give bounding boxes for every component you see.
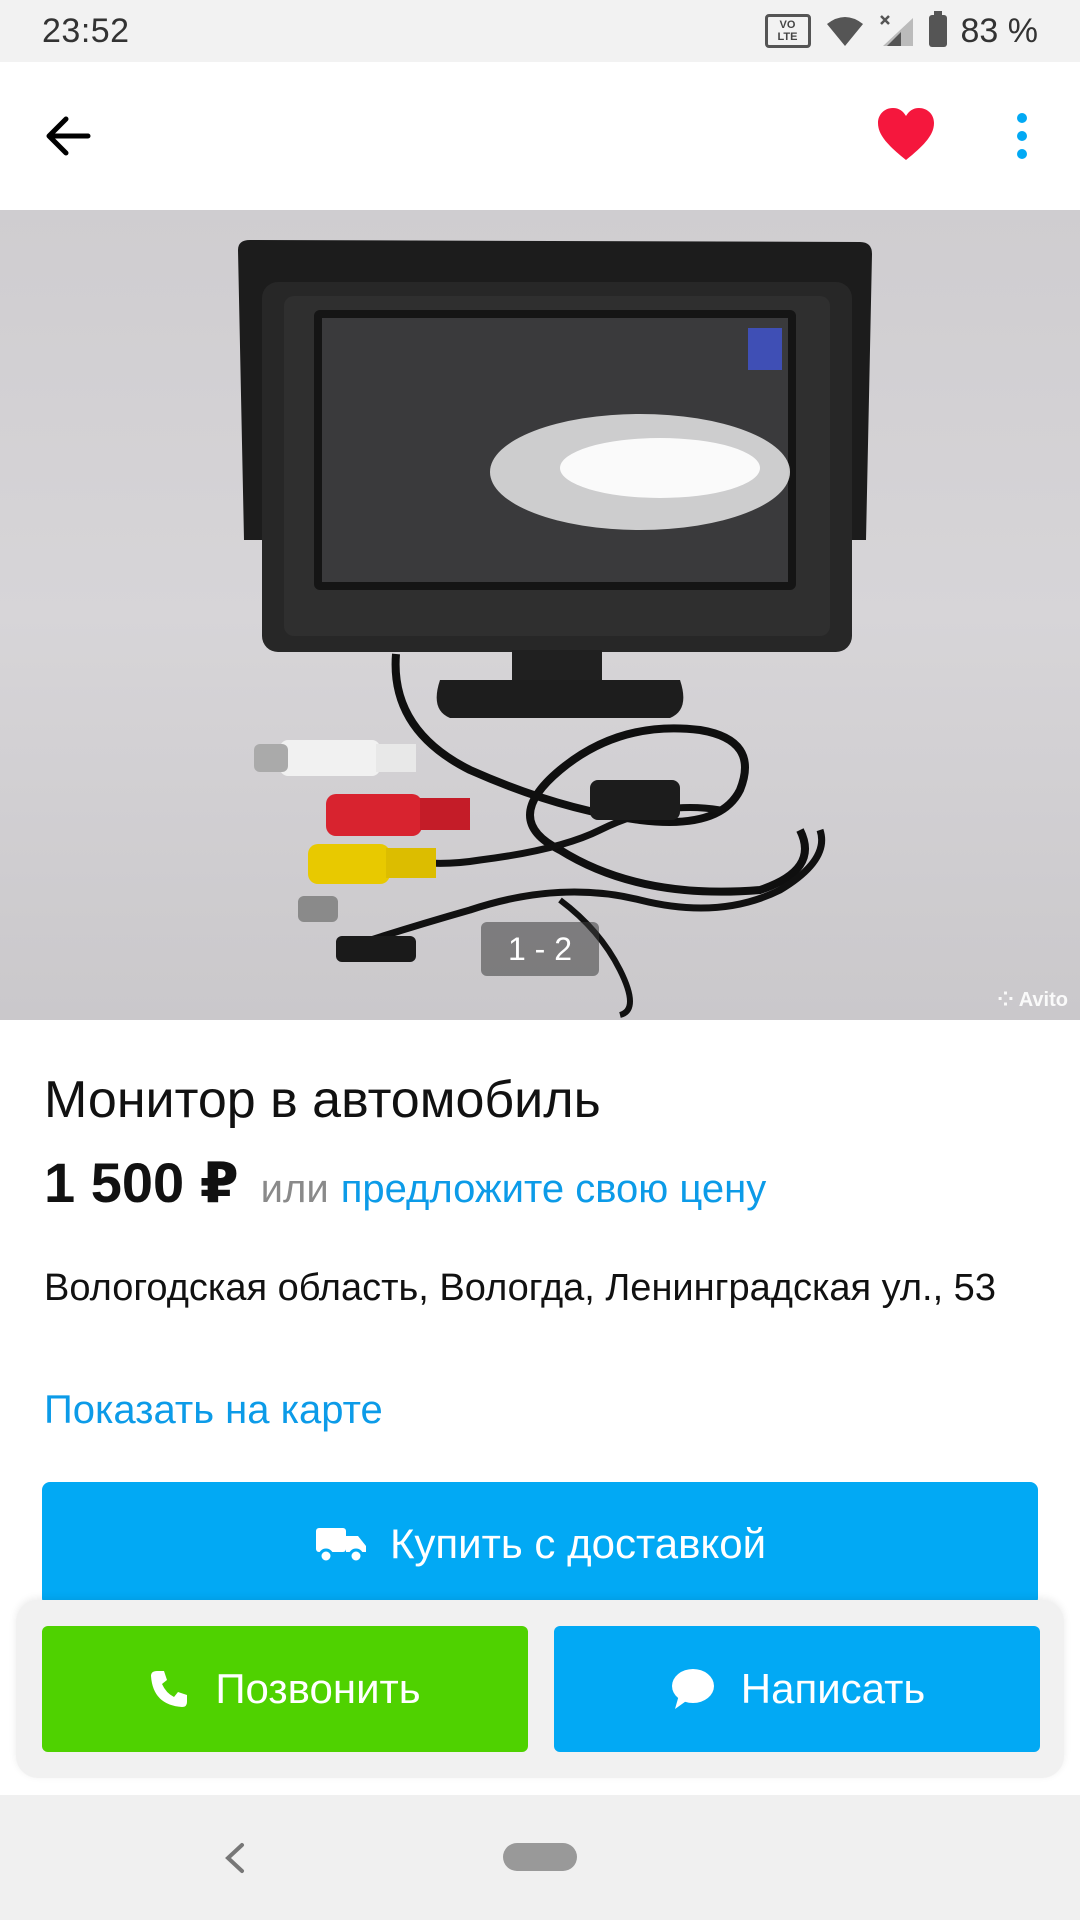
toolbar <box>0 62 1080 210</box>
call-label: Позвонить <box>215 1665 421 1712</box>
favorite-button[interactable] <box>876 106 946 166</box>
or-text: или <box>260 1167 329 1211</box>
buy-with-delivery-label: Купить с доставкой <box>389 1520 767 1567</box>
wifi-icon <box>826 17 863 46</box>
message-label: Написать <box>740 1665 926 1712</box>
chat-bubble-icon <box>671 1669 714 1709</box>
buy-with-delivery-button[interactable]: Купить с доставкой <box>42 1482 1038 1606</box>
price-row: 1 500 ₽ или предложите свою цену <box>44 1150 766 1216</box>
chevron-left-icon <box>225 1843 244 1873</box>
signal-icon <box>879 15 913 46</box>
avito-watermark: ⁘ Avito <box>997 989 1068 1011</box>
product-photo <box>238 240 872 1018</box>
nav-home-pill[interactable] <box>503 1843 577 1871</box>
arrow-left-icon <box>46 116 91 156</box>
photo-gallery[interactable]: 1 - 2 ⁘ Avito <box>0 210 1080 1020</box>
volte-icon: VO LTE <box>764 14 811 48</box>
back-button[interactable] <box>40 106 100 166</box>
status-time: 23:52 <box>42 11 130 50</box>
offer-price-link[interactable]: предложите свою цену <box>341 1167 767 1212</box>
status-bar: 23:52 VO LTE 83 % <box>0 0 1080 62</box>
system-nav-bar <box>0 1795 1080 1920</box>
address: Вологодская область, Вологда, Ленинградс… <box>44 1267 996 1309</box>
show-on-map-link[interactable]: Показать на карте <box>44 1388 383 1433</box>
price: 1 500 ₽ <box>44 1151 239 1214</box>
more-options-button[interactable] <box>1000 106 1044 166</box>
battery-icon <box>928 11 947 47</box>
listing-title: Монитор в автомобиль <box>44 1071 601 1129</box>
phone-icon <box>151 1671 188 1707</box>
status-icons: VO LTE 83 % <box>764 11 1039 51</box>
more-vertical-icon <box>1017 113 1027 159</box>
avito-logo-icon: ⁘ <box>997 989 1019 1011</box>
message-button[interactable]: Написать <box>554 1626 1040 1752</box>
gallery-counter: 1 - 2 <box>481 922 599 976</box>
truck-icon <box>315 1528 366 1564</box>
contact-action-bar: Позвонить Написать <box>16 1600 1064 1778</box>
call-button[interactable]: Позвонить <box>42 1626 528 1752</box>
nav-back-button[interactable] <box>216 1833 252 1883</box>
battery-level: 83 % <box>960 11 1039 50</box>
heart-icon <box>878 108 934 160</box>
